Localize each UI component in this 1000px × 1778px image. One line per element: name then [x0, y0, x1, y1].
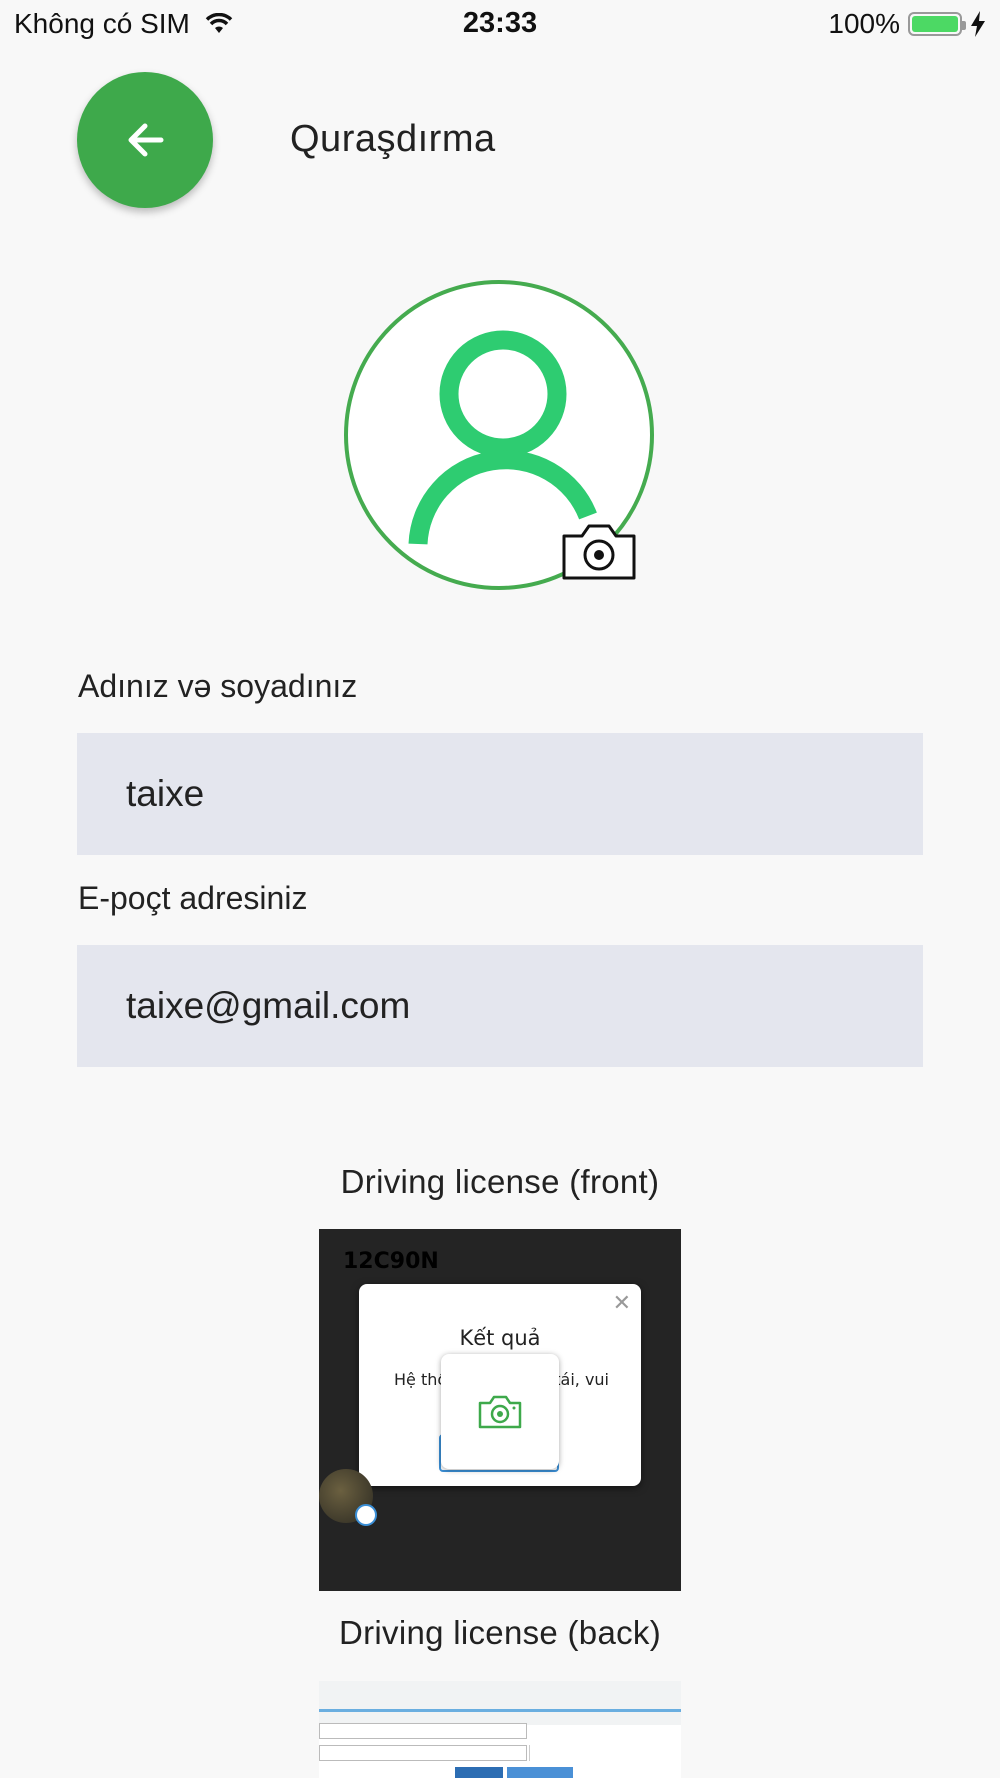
license-back-field-3 — [529, 1745, 681, 1761]
license-front-dialog-text-left: Hệ thố — [394, 1370, 448, 1389]
close-icon: ✕ — [612, 1290, 631, 1315]
license-front-dialog-text-right: tái, vui — [554, 1370, 609, 1389]
license-back-field-1 — [319, 1723, 527, 1739]
page-title: Quraşdırma — [290, 118, 496, 160]
battery-icon — [908, 12, 966, 36]
license-back-button-2 — [507, 1767, 573, 1778]
upload-front-camera-tile[interactable] — [441, 1354, 559, 1469]
license-back-rule — [319, 1709, 681, 1712]
thumbnail-badge — [355, 1504, 377, 1526]
battery-percent: 100% — [828, 8, 900, 39]
charging-bolt-icon — [971, 11, 985, 37]
license-front-dialog-title: Kết quả — [459, 1326, 541, 1350]
back-button[interactable] — [77, 72, 213, 208]
status-right: 100% — [828, 8, 986, 40]
name-input[interactable]: taixe — [77, 733, 923, 855]
license-front-header-text: 12C90N — [343, 1249, 439, 1274]
email-label: E-poçt adresiniz — [78, 880, 308, 916]
license-front-image[interactable]: 12C90N ✕ Kết quả Hệ thố tái, vui — [319, 1229, 681, 1591]
camera-icon — [478, 1395, 522, 1428]
license-back-field-2 — [319, 1745, 527, 1761]
change-photo-camera-icon[interactable] — [560, 520, 638, 582]
license-back-image[interactable] — [319, 1681, 681, 1778]
status-bar: Không có SIM 23:33 100% — [0, 0, 1000, 50]
email-input[interactable]: taixe@gmail.com — [77, 945, 923, 1067]
license-back-button-1 — [455, 1767, 503, 1778]
license-front-label: Driving license (front) — [340, 1163, 660, 1200]
arrow-left-icon — [128, 123, 164, 157]
license-back-label: Driving license (back) — [338, 1614, 662, 1651]
name-label: Adınız və soyadınız — [78, 668, 358, 704]
